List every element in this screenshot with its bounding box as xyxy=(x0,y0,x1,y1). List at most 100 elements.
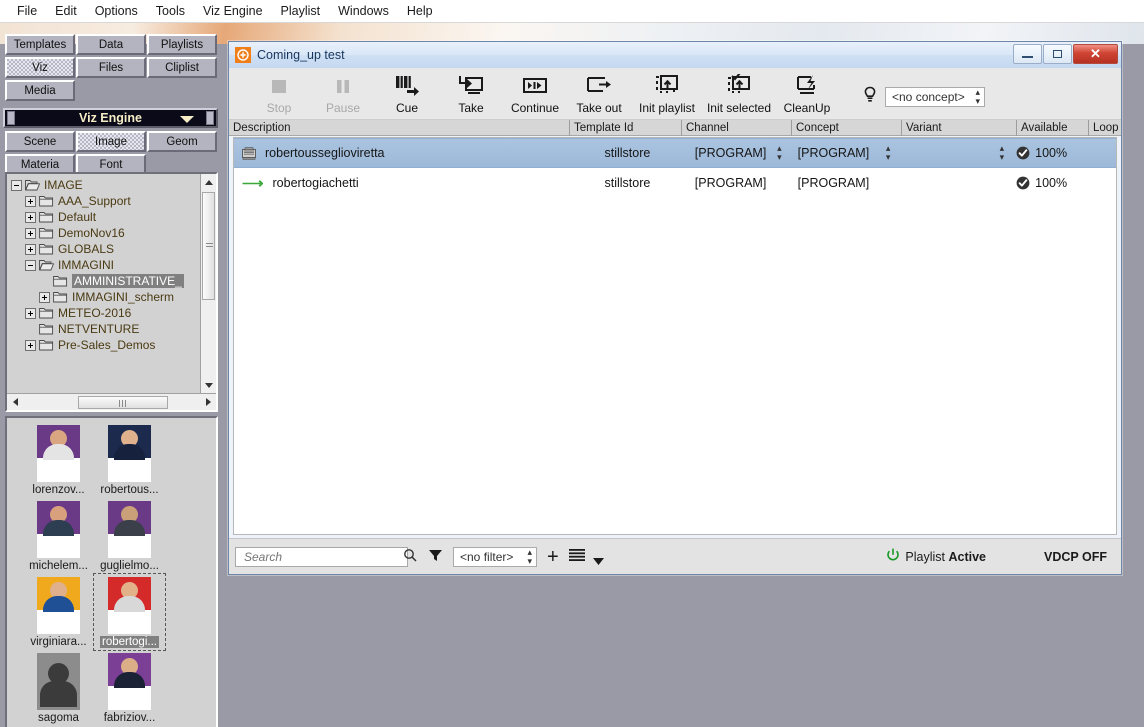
table-row[interactable]: robertousseglioviretta stillstore [PROGRAM… xyxy=(234,138,1116,168)
tree-node[interactable]: Default xyxy=(11,209,200,225)
stop-button[interactable]: Stop xyxy=(247,72,311,120)
thumbnail-item[interactable]: sagoma xyxy=(23,650,94,726)
table-row[interactable]: ⟶ robertogiachetti stillstore [PROGRAM] [PRO… xyxy=(234,168,1116,198)
expand-icon[interactable] xyxy=(25,307,36,319)
scroll-right-arrow[interactable] xyxy=(200,394,216,410)
column-header[interactable]: Description xyxy=(229,120,569,136)
tree-vscroll-thumb[interactable] xyxy=(202,192,215,300)
thumbnail-item[interactable]: fabriziov... xyxy=(94,650,165,726)
cell-concept[interactable]: [PROGRAM] xyxy=(790,168,899,198)
thumbnail-item[interactable]: lorenzov... xyxy=(23,422,94,498)
collapse-icon[interactable] xyxy=(11,179,22,191)
scroll-left-arrow[interactable] xyxy=(7,394,23,410)
take-out-button[interactable]: Take out xyxy=(567,72,631,120)
tree-node[interactable]: AAA_Support xyxy=(11,193,200,209)
close-button[interactable]: ✕ xyxy=(1073,44,1118,64)
sidebar-tab-files[interactable]: Files xyxy=(76,57,146,78)
expand-icon[interactable] xyxy=(39,291,50,303)
concept-combo[interactable]: <no concept> ▴ ▾ xyxy=(885,86,985,107)
thumbnail-item[interactable]: virginiara... xyxy=(23,574,94,650)
tree-node[interactable]: IMMAGINI_scherm xyxy=(11,289,200,305)
column-header[interactable]: Variant xyxy=(901,119,1016,136)
cell-concept[interactable]: [PROGRAM] ▴ ▾ xyxy=(790,139,899,167)
spinner-icon[interactable]: ▴ ▾ xyxy=(777,144,782,162)
tree-node[interactable]: GLOBALS xyxy=(11,241,200,257)
menu-item-options[interactable]: Options xyxy=(86,1,147,21)
chevron-down-icon[interactable] xyxy=(180,116,194,123)
take-button[interactable]: Take xyxy=(439,72,503,120)
tree-node[interactable]: IMAGE xyxy=(11,177,200,193)
thumbnail-item[interactable]: michelem... xyxy=(23,498,94,574)
menu-item-windows[interactable]: Windows xyxy=(329,1,398,21)
search-box[interactable] xyxy=(235,546,417,567)
init-selected-button[interactable]: Init selected xyxy=(703,72,775,120)
collapse-icon[interactable] xyxy=(25,259,36,271)
cell-variant[interactable] xyxy=(898,168,1012,198)
scroll-down-arrow[interactable] xyxy=(201,377,216,393)
image-thumbnail-panel[interactable]: lorenzov... robertous... michelem... guglie… xyxy=(5,416,218,727)
menu-item-tools[interactable]: Tools xyxy=(147,1,194,21)
tree-node[interactable]: AMMINISTRATIVE_ xyxy=(11,273,200,289)
column-header[interactable]: Available xyxy=(1016,119,1088,136)
menu-item-help[interactable]: Help xyxy=(398,1,442,21)
search-input[interactable] xyxy=(242,548,403,565)
expand-icon[interactable] xyxy=(25,243,36,255)
sidebar-tab-cliplist[interactable]: Cliplist xyxy=(147,57,217,78)
window-title-bar[interactable]: Coming_up test ✕ xyxy=(229,42,1121,68)
continue-button[interactable]: Continue xyxy=(503,72,567,120)
sidebar-tab-templates[interactable]: Templates xyxy=(5,34,75,55)
column-header[interactable]: Loop xyxy=(1088,119,1121,136)
viz-subtab-geom[interactable]: Geom xyxy=(147,131,217,152)
menu-item-file[interactable]: File xyxy=(8,1,46,21)
plus-icon[interactable]: + xyxy=(547,547,559,567)
cue-button[interactable]: Cue xyxy=(375,72,439,120)
thumbnail-item[interactable]: robertous... xyxy=(94,422,165,498)
column-header[interactable]: Channel xyxy=(681,119,791,136)
tree-hscroll-thumb[interactable] xyxy=(78,395,168,409)
cell-variant[interactable]: ▴ ▾ xyxy=(898,139,1012,167)
expand-icon[interactable] xyxy=(25,339,36,351)
chevron-down-icon[interactable] xyxy=(592,554,604,568)
viz-engine-header[interactable]: Viz Engine xyxy=(3,108,218,128)
scroll-up-arrow[interactable] xyxy=(201,174,216,190)
tree-vertical-scrollbar[interactable] xyxy=(200,174,216,393)
tree-hscroll-track[interactable] xyxy=(23,395,200,410)
column-header[interactable]: Concept xyxy=(791,119,901,136)
filter-combo[interactable]: <no filter> ▴ ▾ xyxy=(453,546,537,567)
cell-channel[interactable]: [PROGRAM] ▴ ▾ xyxy=(681,139,790,167)
thumbnail-item[interactable]: robertogi... xyxy=(93,573,166,651)
menu-item-playlist[interactable]: Playlist xyxy=(272,1,330,21)
tree-node[interactable]: NETVENTURE xyxy=(11,321,200,337)
expand-icon[interactable] xyxy=(25,211,36,223)
list-icon[interactable] xyxy=(568,548,585,565)
search-icon[interactable] xyxy=(403,548,417,565)
init-playlist-button[interactable]: Init playlist xyxy=(631,72,703,120)
viz-subtab-scene[interactable]: Scene xyxy=(5,131,75,152)
column-header[interactable]: Template Id xyxy=(569,119,681,136)
thumbnail-item[interactable]: guglielmo... xyxy=(94,498,165,574)
minimize-button[interactable] xyxy=(1013,44,1042,64)
tree-node[interactable]: METEO-2016 xyxy=(11,305,200,321)
viz-subtab-image[interactable]: Image xyxy=(76,131,146,152)
expand-icon[interactable] xyxy=(25,227,36,239)
menu-item-edit[interactable]: Edit xyxy=(46,1,86,21)
filter-spinner-icon[interactable]: ▴ ▾ xyxy=(527,547,532,566)
expand-icon[interactable] xyxy=(25,195,36,207)
sidebar-tab-viz[interactable]: Viz xyxy=(5,57,75,78)
cleanup-button[interactable]: CleanUp xyxy=(775,72,839,120)
sidebar-tab-data[interactable]: Data xyxy=(76,34,146,55)
tree-node[interactable]: DemoNov16 xyxy=(11,225,200,241)
spinner-icon[interactable]: ▴ ▾ xyxy=(975,87,980,106)
sidebar-tab-media[interactable]: Media xyxy=(5,80,75,101)
tree-node[interactable]: Pre-Sales_Demos xyxy=(11,337,200,353)
tree-node[interactable]: IMMAGINI xyxy=(11,257,200,273)
menu-item-viz-engine[interactable]: Viz Engine xyxy=(194,1,272,21)
spinner-icon[interactable]: ▴ ▾ xyxy=(886,144,891,162)
tree-horizontal-scrollbar[interactable] xyxy=(7,393,216,410)
playlist-table[interactable]: robertousseglioviretta stillstore [PROGRAM… xyxy=(233,137,1117,535)
cell-channel[interactable]: [PROGRAM] xyxy=(681,168,790,198)
funnel-icon[interactable] xyxy=(428,548,443,566)
image-tree[interactable]: IMAGE AAA_Support Default DemoNov16 GLOBALS I… xyxy=(7,174,200,393)
spinner-icon[interactable]: ▴ ▾ xyxy=(1000,144,1005,162)
pause-button[interactable]: Pause xyxy=(311,72,375,120)
